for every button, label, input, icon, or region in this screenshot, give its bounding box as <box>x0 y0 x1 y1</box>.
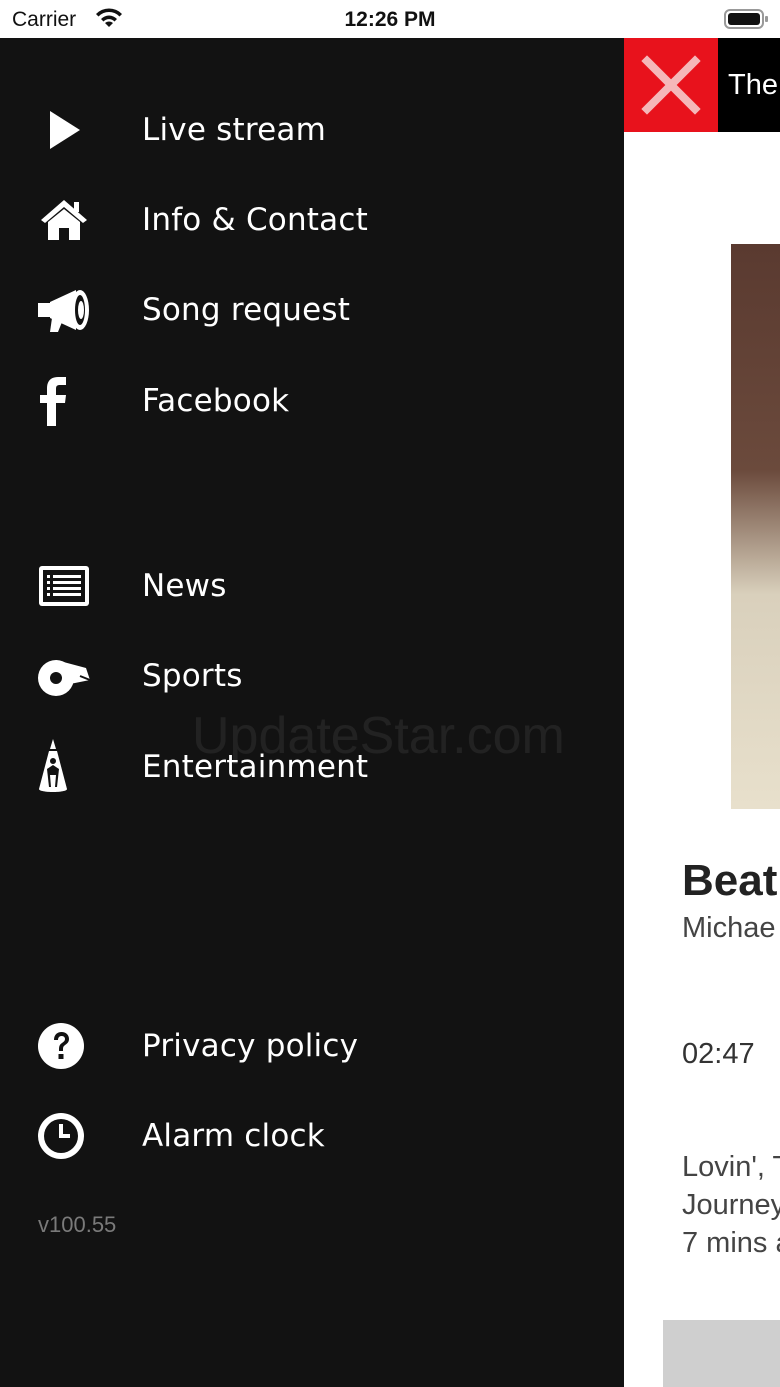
track-title: Beat <box>682 856 778 905</box>
menu-item-live-stream[interactable]: Live stream <box>0 90 624 170</box>
battery-icon <box>724 9 768 29</box>
title-bar: The <box>718 38 780 132</box>
menu-label: News <box>142 568 227 604</box>
menu-item-info-contact[interactable]: Info & Contact <box>0 180 624 260</box>
menu-item-alarm-clock[interactable]: Alarm clock <box>0 1096 624 1176</box>
news-icon <box>36 546 92 626</box>
megaphone-icon <box>36 270 92 350</box>
status-time: 12:26 PM <box>344 8 436 31</box>
clock-icon <box>36 1096 92 1176</box>
play-icon <box>36 90 92 170</box>
recent-tracks: Lovin', T Journey 7 mins a <box>682 1148 780 1262</box>
home-icon <box>36 180 92 260</box>
menu-item-song-request[interactable]: Song request <box>0 270 624 350</box>
spotlight-icon <box>36 727 92 807</box>
menu-label: Song request <box>142 292 351 328</box>
page-title: The <box>728 69 778 101</box>
menu-label: Live stream <box>142 112 326 148</box>
close-icon <box>641 55 701 115</box>
main-content: The Beat Michae 02:47 Lovin', T Journey … <box>624 38 780 1387</box>
menu-label: Facebook <box>142 383 290 419</box>
history-line: Journey <box>682 1189 780 1221</box>
whistle-icon <box>36 636 92 716</box>
menu-label: Sports <box>142 658 243 694</box>
menu-item-facebook[interactable]: Facebook <box>0 361 624 441</box>
app-version: v100.55 <box>38 1212 117 1237</box>
status-bar: Carrier 12:26 PM <box>0 0 780 38</box>
album-cover <box>731 244 780 809</box>
facebook-icon <box>36 361 92 441</box>
history-line: 7 mins a <box>682 1227 780 1259</box>
close-drawer-button[interactable] <box>624 38 718 132</box>
menu-item-sports[interactable]: Sports <box>0 636 624 716</box>
menu-item-privacy-policy[interactable]: Privacy policy <box>0 1006 624 1086</box>
question-icon <box>36 1006 92 1086</box>
history-line: Lovin', T <box>682 1151 780 1183</box>
track-artist: Michae <box>682 912 776 944</box>
watermark: UpdateStar.com <box>192 707 565 765</box>
menu-label: Alarm clock <box>142 1118 325 1154</box>
navigation-drawer: Live stream Info & Contact Song request <box>0 38 624 1387</box>
menu-label: Info & Contact <box>142 202 368 238</box>
track-time: 02:47 <box>682 1038 755 1070</box>
menu-label: Privacy policy <box>142 1028 359 1064</box>
menu-item-news[interactable]: News <box>0 546 624 626</box>
bottom-player-bar[interactable] <box>663 1320 780 1387</box>
